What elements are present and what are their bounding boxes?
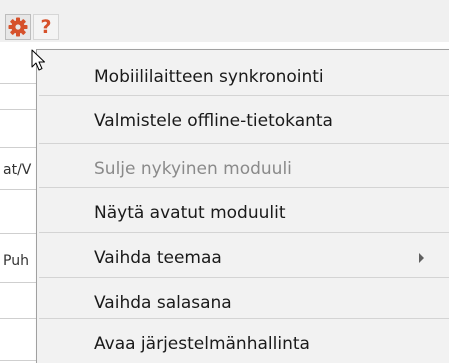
menu-item-change-theme[interactable]: Vaihda teemaa [37, 240, 449, 276]
menu-separator [39, 318, 449, 319]
menu-item-prepare-offline-db[interactable]: Valmistele offline-tietokanta [37, 103, 449, 139]
menu-item-label: Valmistele offline-tietokanta [94, 111, 333, 131]
menu-item-label: Vaihda teemaa [94, 248, 222, 268]
app-toolbar: ? [0, 0, 449, 42]
row-divider [0, 83, 40, 84]
menu-item-open-system-admin[interactable]: Avaa järjestelmänhallinta [37, 326, 449, 362]
menu-separator [39, 143, 449, 144]
menu-item-mobile-sync[interactable]: Mobiililaitteen synkronointi [37, 59, 449, 95]
help-button[interactable]: ? [33, 14, 59, 40]
row-divider [0, 109, 40, 110]
submenu-arrow-icon [419, 253, 424, 263]
menu-item-change-password[interactable]: Vaihda salasana [37, 285, 449, 321]
row-divider [0, 147, 40, 148]
row-divider [0, 318, 40, 319]
row-divider [0, 233, 40, 234]
row-divider [0, 189, 40, 190]
mouse-pointer-icon [31, 49, 45, 71]
menu-item-show-open-modules[interactable]: Näytä avatut moduulit [37, 195, 449, 231]
background-cell-text: at/V [3, 162, 32, 178]
gear-icon [8, 17, 28, 37]
menu-item-label: Mobiililaitteen synkronointi [94, 67, 324, 87]
menu-separator [39, 187, 449, 188]
menu-item-label: Sulje nykyinen moduuli [94, 159, 292, 179]
question-mark-icon: ? [40, 16, 52, 38]
menu-item-label: Avaa järjestelmänhallinta [94, 334, 310, 354]
menu-separator [39, 95, 449, 96]
menu-item-label: Vaihda salasana [94, 293, 232, 313]
row-divider [0, 282, 40, 283]
settings-button[interactable] [5, 14, 31, 40]
menu-separator [39, 277, 449, 278]
background-panel: at/V Puh [0, 42, 40, 363]
menu-item-label: Näytä avatut moduulit [94, 203, 286, 223]
background-cell-text: Puh [3, 253, 29, 269]
menu-separator [39, 232, 449, 233]
settings-context-menu: Mobiililaitteen synkronointi Valmistele … [36, 49, 449, 363]
menu-item-close-current-module: Sulje nykyinen moduuli [37, 151, 449, 187]
row-divider [0, 360, 40, 361]
